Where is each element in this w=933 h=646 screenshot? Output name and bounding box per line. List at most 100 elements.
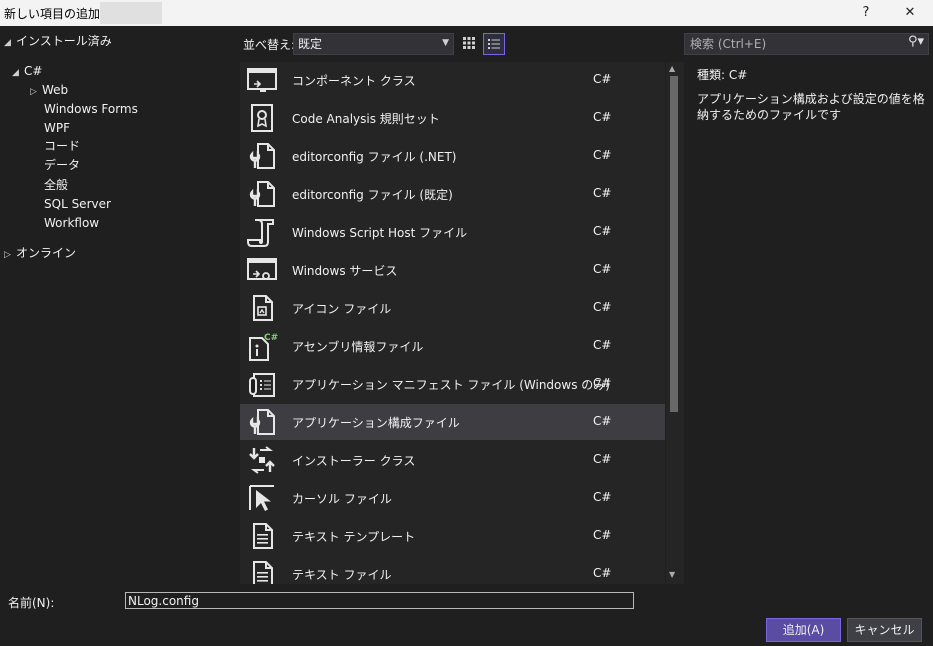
name-input[interactable]	[125, 592, 634, 609]
tree-label: オンライン	[16, 246, 77, 260]
tree-item-data[interactable]: データ	[44, 156, 80, 175]
tree-item-online[interactable]: ▷ オンライン	[4, 244, 76, 263]
list-item[interactable]: Windows サービス C#	[240, 252, 665, 288]
list-item[interactable]: Windows Script Host ファイル C#	[240, 214, 665, 250]
list-view-button[interactable]	[483, 33, 505, 55]
tree-label: インストール済み	[16, 34, 112, 48]
chevron-down-icon: ▼	[442, 38, 449, 48]
item-language: C#	[593, 376, 612, 390]
list-item[interactable]: editorconfig ファイル (既定) C#	[240, 176, 665, 212]
config-file-icon	[249, 143, 275, 169]
list-item[interactable]: Code Analysis 規則セット C#	[240, 100, 665, 136]
tree-item-web[interactable]: ▷ Web	[30, 81, 68, 100]
item-name: アイコン ファイル	[292, 302, 392, 316]
sort-dropdown[interactable]: 既定 ▼	[293, 33, 454, 55]
collapsed-arrow-icon: ▷	[30, 87, 37, 97]
name-label: 名前(N):	[8, 596, 55, 610]
item-language: C#	[593, 452, 612, 466]
list-item[interactable]: C# アセンブリ情報ファイル C#	[240, 328, 665, 364]
assembly-info-icon: C#	[249, 333, 278, 361]
item-language: C#	[593, 414, 612, 428]
config-file-icon	[249, 181, 275, 207]
cancel-button[interactable]: キャンセル	[847, 618, 922, 642]
search-icon: ⚲▾	[907, 34, 924, 49]
list-scrollbar[interactable]: ▲ ▼	[666, 62, 684, 584]
item-language: C#	[593, 110, 612, 124]
close-button[interactable]: ✕	[890, 0, 930, 26]
text-file-icon	[253, 561, 273, 584]
expanded-arrow-icon: ◢	[4, 38, 11, 48]
item-name: editorconfig ファイル (.NET)	[292, 150, 457, 164]
list-view-icon	[488, 39, 500, 49]
item-name: アプリケーション マニフェスト ファイル (Windows のみ)	[292, 378, 610, 392]
scroll-up-icon[interactable]: ▲	[669, 64, 675, 73]
list-item[interactable]: コンポーネント クラス C#	[240, 62, 665, 98]
tree-item-installed[interactable]: ◢ インストール済み	[4, 32, 112, 51]
tree-item-general[interactable]: 全般	[44, 176, 68, 195]
list-item[interactable]: インストーラー クラス C#	[240, 442, 665, 478]
search-placeholder: 検索 (Ctrl+E)	[690, 37, 767, 51]
item-language: C#	[593, 262, 612, 276]
redacted-project-name	[100, 2, 162, 24]
icon-file-icon	[253, 295, 273, 321]
item-name: テキスト テンプレート	[292, 530, 416, 544]
tree-item-csharp[interactable]: ◢ C#	[12, 62, 42, 81]
item-name: アセンブリ情報ファイル	[292, 340, 424, 354]
list-item[interactable]: テキスト ファイル C#	[240, 556, 665, 584]
windows-service-icon	[247, 258, 277, 280]
text-template-icon	[253, 523, 273, 549]
script-file-icon	[247, 219, 274, 247]
tree-item-code[interactable]: コード	[44, 137, 80, 156]
tree-item-workflow[interactable]: Workflow	[44, 214, 99, 233]
add-button[interactable]: 追加(A)	[766, 618, 841, 642]
item-language: C#	[593, 186, 612, 200]
item-name: Code Analysis 規則セット	[292, 112, 440, 126]
window-title: 新しい項目の追加 -	[4, 7, 109, 21]
item-name: Windows Script Host ファイル	[292, 226, 468, 240]
config-file-icon	[249, 409, 275, 435]
grid-view-button[interactable]	[458, 33, 480, 55]
item-language: C#	[593, 224, 612, 238]
list-item[interactable]: アプリケーション マニフェスト ファイル (Windows のみ) C#	[240, 366, 665, 402]
item-language: C#	[593, 72, 612, 86]
template-list: コンポーネント クラス C# Code Analysis 規則セット C# ed…	[240, 62, 665, 584]
list-item[interactable]: テキスト テンプレート C#	[240, 518, 665, 554]
type-value: C#	[728, 68, 748, 82]
type-label: 種類:	[697, 68, 726, 82]
list-item[interactable]: カーソル ファイル C#	[240, 480, 665, 516]
sort-label: 並べ替え:	[243, 38, 296, 52]
item-language: C#	[593, 148, 612, 162]
list-item[interactable]: アイコン ファイル C#	[240, 290, 665, 326]
tree-item-windows-forms[interactable]: Windows Forms	[44, 100, 138, 119]
tree-item-sql-server[interactable]: SQL Server	[44, 195, 111, 214]
component-class-icon	[247, 68, 277, 92]
template-tree: ◢ インストール済み ◢ C# ▷ Web Windows Forms WPF コード…	[0, 26, 238, 586]
item-name: Windows サービス	[292, 264, 398, 278]
item-name: テキスト ファイル	[292, 568, 392, 582]
scroll-thumb[interactable]	[670, 76, 678, 412]
item-language: C#	[593, 566, 612, 580]
type-row: 種類: C#	[697, 66, 925, 83]
expanded-arrow-icon: ◢	[12, 68, 19, 78]
item-language: C#	[593, 338, 612, 352]
item-description: アプリケーション構成および設定の値を格納するためのファイルです	[697, 92, 925, 122]
help-button[interactable]: ?	[846, 0, 886, 26]
title-bar: 新しい項目の追加 - ? ✕	[0, 0, 933, 26]
list-item[interactable]: editorconfig ファイル (.NET) C#	[240, 138, 665, 174]
item-name: editorconfig ファイル (既定)	[292, 188, 453, 202]
scroll-down-icon[interactable]: ▼	[669, 570, 675, 579]
item-language: C#	[593, 490, 612, 504]
cursor-file-icon	[249, 485, 274, 511]
manifest-file-icon	[249, 373, 275, 397]
tree-label: C#	[24, 64, 43, 78]
installer-class-icon	[249, 446, 275, 474]
search-input[interactable]: 検索 (Ctrl+E) ⚲▾	[684, 33, 929, 55]
list-item-selected[interactable]: アプリケーション構成ファイル C#	[240, 404, 665, 440]
ruleset-icon	[251, 104, 273, 132]
sort-value: 既定	[298, 37, 323, 51]
collapsed-arrow-icon: ▷	[4, 250, 11, 260]
item-name: コンポーネント クラス	[292, 74, 416, 88]
tree-item-wpf[interactable]: WPF	[44, 119, 70, 138]
item-name: カーソル ファイル	[292, 492, 392, 506]
tree-label: Web	[42, 83, 69, 97]
